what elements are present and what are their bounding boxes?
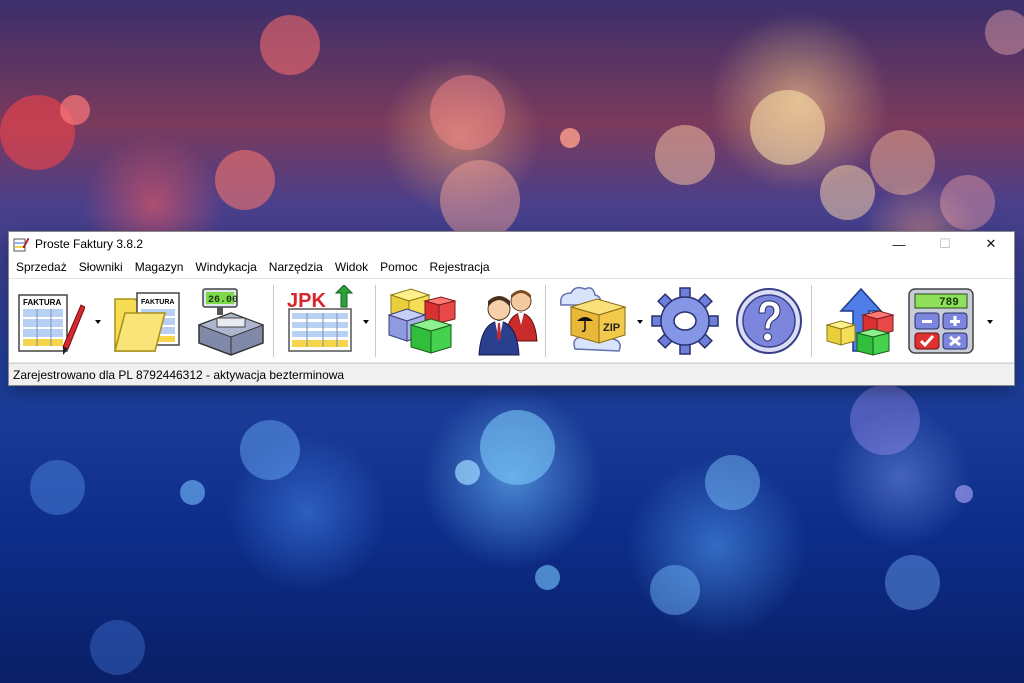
bokeh-light [440, 160, 520, 240]
menu-slowniki[interactable]: Słowniki [74, 258, 130, 277]
invoices-list-button[interactable]: FAKTURA [111, 285, 183, 357]
close-button[interactable]: ✕ [968, 232, 1014, 256]
calculator-dropdown-arrow-icon[interactable] [985, 317, 995, 327]
bokeh-light [215, 150, 275, 210]
svg-text:JPK: JPK [287, 290, 326, 312]
update-button[interactable] [823, 285, 895, 357]
bokeh-light [820, 165, 875, 220]
cash-register-button[interactable]: 26.00 [195, 285, 267, 357]
bokeh-light [455, 460, 480, 485]
update-arrow-cubes-icon [825, 287, 895, 356]
window-controls: — ☐ ✕ [876, 232, 1014, 256]
menu-sprzedaz[interactable]: Sprzedaż [11, 258, 74, 277]
svg-text:FAKTURA: FAKTURA [23, 298, 61, 307]
help-button[interactable] [733, 285, 805, 357]
svg-text:26.00: 26.00 [208, 295, 238, 306]
bokeh-light [985, 10, 1024, 55]
bokeh-light [885, 555, 940, 610]
bokeh-light [750, 90, 825, 165]
settings-button[interactable] [649, 285, 721, 357]
bokeh-light [60, 95, 90, 125]
bokeh-light [655, 125, 715, 185]
contractors-people-icon [478, 290, 538, 356]
bokeh-light [90, 620, 145, 675]
calculator-button[interactable]: 789 [905, 285, 977, 357]
bokeh-light [955, 485, 973, 503]
toolbar-separator [545, 285, 546, 357]
toolbar-separator [273, 285, 274, 357]
bokeh-light [650, 565, 700, 615]
menu-rejestracja[interactable]: Rejestracja [425, 258, 497, 277]
toolbar: FAKTURA FAKTURA 26.00 JPK ZIP 789 [9, 278, 1014, 363]
gear-icon [651, 287, 719, 355]
invoice-folder-icon: FAKTURA [114, 292, 180, 352]
menu-magazyn[interactable]: Magazyn [130, 258, 191, 277]
menu-widok[interactable]: Widok [330, 258, 375, 277]
bokeh-light [850, 385, 920, 455]
bokeh-light [480, 410, 555, 485]
cloud-zip-backup-icon: ZIP [559, 286, 627, 352]
question-mark-icon [736, 288, 802, 354]
bokeh-light [30, 460, 85, 515]
title-bar[interactable]: Proste Faktury 3.8.2 — ☐ ✕ [9, 232, 1014, 256]
menu-bar: Sprzedaż Słowniki Magazyn Windykacja Nar… [9, 256, 1014, 278]
bokeh-light [260, 15, 320, 75]
backup-zip-button[interactable]: ZIP [557, 285, 629, 357]
bokeh-light [535, 565, 560, 590]
status-bar: Zarejestrowano dla PL 8792446312 - aktyw… [9, 363, 1014, 385]
invoice-dropdown-arrow-icon[interactable] [93, 317, 103, 327]
registration-status-text: Zarejestrowano dla PL 8792446312 - aktyw… [13, 367, 345, 382]
toolbar-separator [811, 285, 812, 357]
bokeh-light [705, 455, 760, 510]
bokeh-light [940, 175, 995, 230]
bokeh-light [870, 130, 935, 195]
warehouse-button[interactable] [385, 285, 457, 357]
cash-register-icon: 26.00 [197, 288, 265, 356]
calculator-icon: 789 [908, 288, 974, 354]
bokeh-light [0, 95, 75, 170]
jpk-button[interactable]: JPK [283, 285, 355, 357]
bokeh-light [240, 420, 300, 480]
menu-pomoc[interactable]: Pomoc [375, 258, 424, 277]
warehouse-cubes-icon [387, 288, 457, 354]
menu-windykacja[interactable]: Windykacja [190, 258, 263, 277]
bokeh-light [430, 75, 505, 150]
svg-text:789: 789 [939, 297, 959, 309]
menu-narzedzia[interactable]: Narzędzia [264, 258, 330, 277]
new-invoice-button[interactable]: FAKTURA [13, 285, 85, 357]
toolbar-separator [375, 285, 376, 357]
jpk-export-icon: JPK [287, 285, 354, 352]
backup-dropdown-arrow-icon[interactable] [635, 317, 645, 327]
minimize-button[interactable]: — [876, 232, 922, 256]
bokeh-light [560, 128, 580, 148]
svg-text:ZIP: ZIP [603, 322, 620, 334]
invoice-pen-icon: FAKTURA [18, 294, 85, 355]
jpk-dropdown-arrow-icon[interactable] [361, 317, 371, 327]
maximize-button[interactable]: ☐ [922, 232, 968, 256]
contractors-button[interactable] [471, 285, 543, 357]
app-icon [13, 237, 29, 252]
svg-text:FAKTURA: FAKTURA [141, 299, 174, 306]
bokeh-light [180, 480, 205, 505]
window-title: Proste Faktury 3.8.2 [35, 237, 144, 251]
app-window: Proste Faktury 3.8.2 — ☐ ✕ Sprzedaż Słow… [9, 232, 1014, 385]
